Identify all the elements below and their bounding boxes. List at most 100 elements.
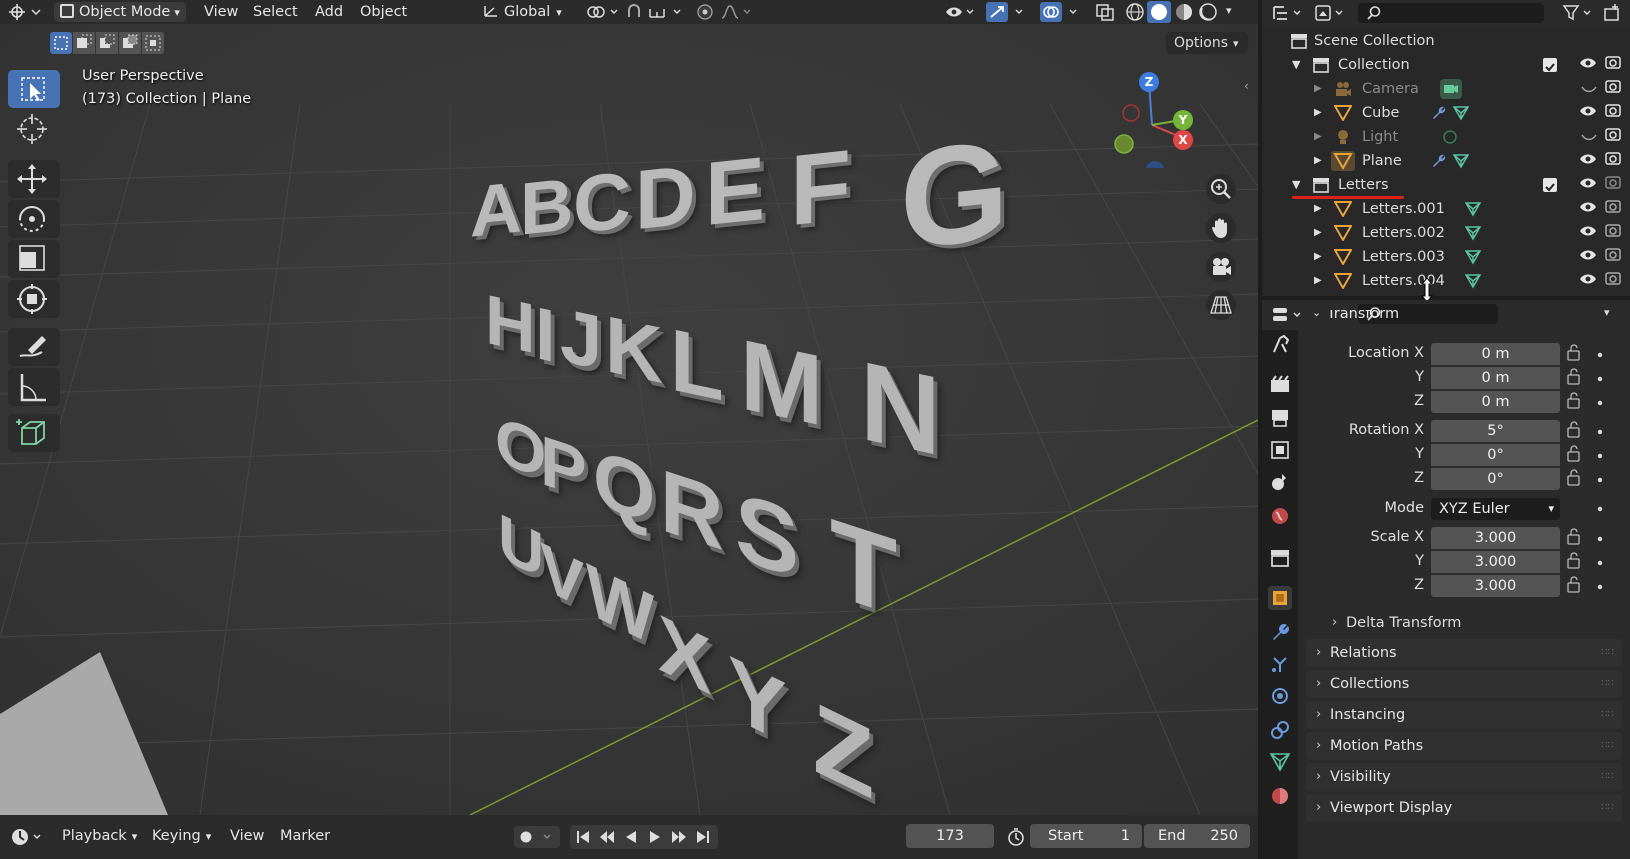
location-y-field[interactable]: 0 m: [1431, 367, 1560, 389]
shading-options-chevron-icon[interactable]: ▾: [1226, 4, 1240, 20]
scale-y-field[interactable]: 3.000: [1431, 551, 1560, 573]
section-instancing[interactable]: › Instancing ∷∷: [1306, 701, 1622, 729]
expand-arrow-icon[interactable]: ▶: [1314, 221, 1322, 245]
gizmo-z-axis[interactable]: Z: [1139, 72, 1159, 92]
play-icon[interactable]: [646, 828, 664, 846]
shading-rendered-icon[interactable]: [1197, 2, 1219, 22]
expand-arrow-icon[interactable]: ▶: [1314, 245, 1322, 269]
outliner-editor-icon[interactable]: [1272, 4, 1306, 22]
tool-transform[interactable]: [8, 280, 60, 318]
sidebar-toggle-icon[interactable]: ‹: [1244, 79, 1256, 95]
exclude-checkbox[interactable]: [1543, 58, 1557, 72]
3d-viewport[interactable]: User Perspective (173) Collection | Plan…: [0, 24, 1258, 815]
expand-arrow-icon[interactable]: ▼: [1292, 53, 1300, 77]
expand-arrow-icon[interactable]: ▶: [1314, 77, 1322, 101]
select-new-icon[interactable]: [50, 32, 72, 54]
auto-keying-toggle[interactable]: [514, 826, 560, 848]
play-reverse-icon[interactable]: [622, 828, 640, 846]
xray-toggle-icon[interactable]: [1094, 2, 1116, 22]
perspective-toggle-icon[interactable]: [1206, 290, 1236, 320]
object-data-tab-icon[interactable]: [1268, 750, 1292, 774]
outliner-row-light[interactable]: ▶ Light: [1262, 125, 1630, 149]
mode-dropdown[interactable]: Object Mode ▾: [54, 2, 186, 22]
exclude-checkbox[interactable]: [1543, 178, 1557, 192]
outliner-row-letters-003[interactable]: ▶ Letters.003: [1262, 245, 1630, 269]
scale-x-field[interactable]: 3.000: [1431, 527, 1560, 549]
tool-cursor[interactable]: [8, 110, 60, 148]
drag-handle-icon[interactable]: ∷∷: [1601, 732, 1614, 760]
expand-arrow-icon[interactable]: ▶: [1314, 149, 1322, 173]
filter-icon[interactable]: [1562, 4, 1594, 22]
outliner-row-collection[interactable]: ▼ Collection: [1262, 53, 1630, 77]
outliner-row-letters-004[interactable]: ▶ Letters.004: [1262, 269, 1630, 296]
shading-material-icon[interactable]: [1173, 2, 1195, 22]
jump-end-icon[interactable]: [694, 828, 712, 846]
overlays-toggle-icon[interactable]: [1040, 2, 1086, 22]
select-subtract-icon[interactable]: [96, 32, 118, 54]
shading-wireframe-icon[interactable]: [1124, 2, 1146, 22]
tool-select-box[interactable]: [8, 70, 60, 108]
expand-arrow-icon[interactable]: ▶: [1314, 269, 1322, 293]
outliner-row-camera[interactable]: ▶ Camera: [1262, 77, 1630, 101]
expand-arrow-icon[interactable]: ▼: [1292, 173, 1300, 197]
scale-z-field[interactable]: 3.000: [1431, 575, 1560, 597]
menu-playback[interactable]: Playback ▾: [62, 825, 137, 847]
current-frame-field[interactable]: 173: [906, 824, 994, 848]
delta-transform-subpanel[interactable]: › Delta Transform: [1306, 610, 1622, 636]
gizmo-y-axis[interactable]: Y: [1173, 110, 1193, 130]
rotation-mode-dropdown[interactable]: XYZ Euler ▾: [1431, 498, 1560, 520]
section-viewport-display[interactable]: › Viewport Display ∷∷: [1306, 794, 1622, 822]
expand-arrow-icon[interactable]: ▶: [1314, 197, 1322, 221]
gizmo-toggle-icon[interactable]: [986, 2, 1032, 22]
physics-tab-icon[interactable]: [1268, 684, 1292, 708]
jump-keyframe-forward-icon[interactable]: [670, 828, 688, 846]
outliner-row-letters[interactable]: ▼ Letters: [1262, 173, 1630, 199]
drag-handle-icon[interactable]: ∷∷: [1601, 670, 1614, 698]
tool-move[interactable]: [8, 160, 60, 198]
drag-handle-icon[interactable]: ∷∷: [1601, 794, 1614, 822]
world-tab-icon[interactable]: [1268, 504, 1292, 528]
view-layer-tab-icon[interactable]: [1268, 438, 1292, 462]
rotation-z-field[interactable]: 0°: [1431, 468, 1560, 490]
outliner-row-letters-001[interactable]: ▶ Letters.001: [1262, 197, 1630, 221]
zoom-icon[interactable]: [1206, 174, 1236, 204]
snap-icon[interactable]: [626, 3, 686, 21]
section-motion-paths[interactable]: › Motion Paths ∷∷: [1306, 732, 1622, 760]
menu-object[interactable]: Object: [354, 2, 413, 22]
location-z-field[interactable]: 0 m: [1431, 391, 1560, 413]
pivot-icon[interactable]: [585, 3, 621, 21]
gizmo-x-axis[interactable]: X: [1173, 130, 1193, 150]
jump-start-icon[interactable]: [574, 828, 592, 846]
tool-rotate[interactable]: [8, 200, 60, 238]
tool-scale[interactable]: [8, 240, 60, 278]
menu-view[interactable]: View: [198, 2, 244, 22]
render-tab-icon[interactable]: [1268, 372, 1292, 396]
rotation-x-field[interactable]: 5°: [1431, 420, 1560, 442]
editor-type-icon[interactable]: [8, 3, 42, 21]
collection-tab-icon[interactable]: [1268, 546, 1292, 570]
jump-keyframe-back-icon[interactable]: [598, 828, 616, 846]
outliner-row-scene-collection[interactable]: Scene Collection: [1262, 29, 1630, 53]
material-tab-icon[interactable]: [1268, 784, 1292, 808]
outliner-row-cube[interactable]: ▶ Cube: [1262, 101, 1630, 125]
section-visibility[interactable]: › Visibility ∷∷: [1306, 763, 1622, 791]
tool-annotate[interactable]: [8, 328, 60, 366]
output-tab-icon[interactable]: [1268, 406, 1292, 430]
timeline-editor-icon[interactable]: [10, 827, 46, 847]
transform-panel-header[interactable]: ⌄ Transform: [1306, 310, 1622, 328]
section-collections[interactable]: › Collections ∷∷: [1306, 670, 1622, 698]
select-extend-icon[interactable]: [73, 32, 95, 54]
menu-keying[interactable]: Keying ▾: [152, 825, 211, 847]
rotation-y-field[interactable]: 0°: [1431, 444, 1560, 466]
tool-measure[interactable]: [8, 368, 60, 406]
constraints-tab-icon[interactable]: [1268, 718, 1292, 742]
shading-solid-icon[interactable]: [1147, 1, 1171, 23]
expand-arrow-icon[interactable]: ▶: [1314, 125, 1322, 149]
select-invert-icon[interactable]: [119, 32, 141, 54]
proportional-editing-icon[interactable]: [696, 3, 756, 21]
select-intersect-icon[interactable]: [142, 32, 164, 54]
outliner-row-letters-002[interactable]: ▶ Letters.002: [1262, 221, 1630, 245]
tool-tab-icon[interactable]: [1268, 332, 1292, 356]
drag-handle-icon[interactable]: ∷∷: [1601, 763, 1614, 791]
preview-range-icon[interactable]: [1006, 827, 1026, 847]
